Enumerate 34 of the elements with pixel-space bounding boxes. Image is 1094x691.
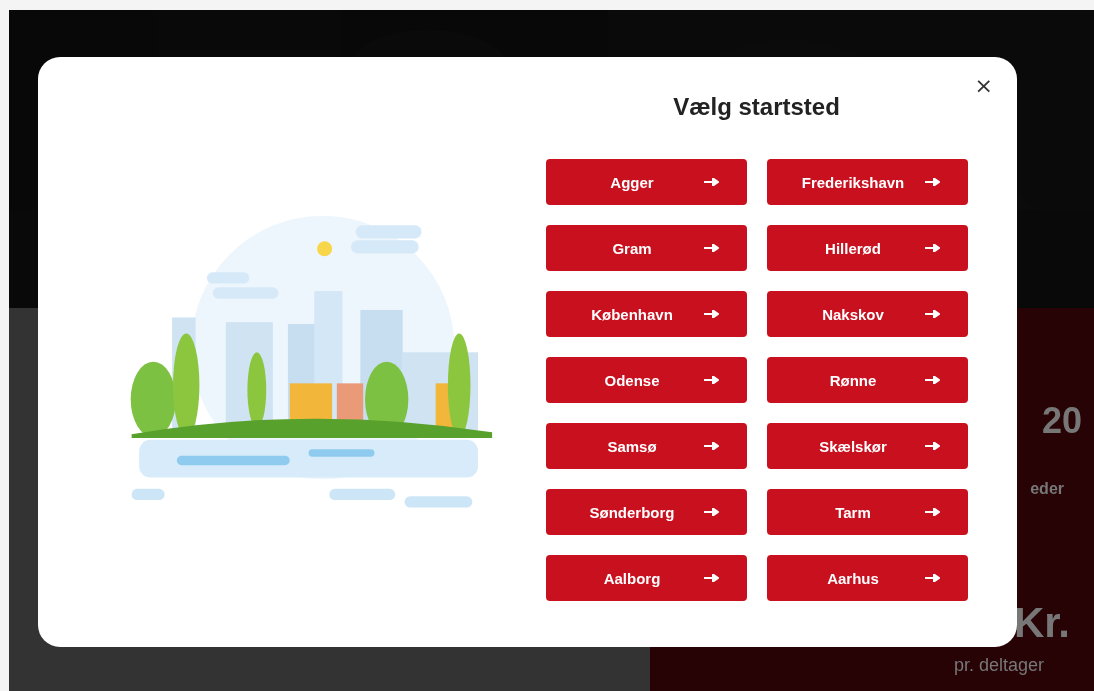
- location-button[interactable]: Aalborg: [546, 555, 747, 601]
- arrow-right-icon: [704, 508, 719, 516]
- location-button[interactable]: Nakskov: [767, 291, 968, 337]
- location-button[interactable]: Skælskør: [767, 423, 968, 469]
- arrow-right-icon: [704, 574, 719, 582]
- arrow-right-icon: [925, 178, 940, 186]
- arrow-right-icon: [925, 244, 940, 252]
- location-button[interactable]: Frederikshavn: [767, 159, 968, 205]
- arrow-right-icon: [925, 574, 940, 582]
- panel-text: eder: [1030, 480, 1064, 499]
- location-button[interactable]: Agger: [546, 159, 747, 205]
- location-button[interactable]: Gram: [546, 225, 747, 271]
- location-button[interactable]: København: [546, 291, 747, 337]
- arrow-right-icon: [704, 310, 719, 318]
- close-button[interactable]: ×: [968, 71, 999, 100]
- arrow-right-icon: [925, 442, 940, 450]
- arrow-right-icon: [925, 508, 940, 516]
- arrow-right-icon: [925, 376, 940, 384]
- location-button[interactable]: Sønderborg: [546, 489, 747, 535]
- arrow-right-icon: [704, 376, 719, 384]
- price-text: Kr.: [1013, 598, 1070, 648]
- location-button[interactable]: Hillerød: [767, 225, 968, 271]
- location-button[interactable]: Samsø: [546, 423, 747, 469]
- arrow-right-icon: [925, 310, 940, 318]
- dialog-title: Vælg startsted: [672, 93, 841, 121]
- location-button[interactable]: Rønne: [767, 357, 968, 403]
- location-button[interactable]: Tarm: [767, 489, 968, 535]
- arrow-right-icon: [704, 442, 719, 450]
- arrow-right-icon: [704, 178, 719, 186]
- panel-heading: 20: [1041, 400, 1082, 442]
- location-button[interactable]: Aarhus: [767, 555, 968, 601]
- location-button[interactable]: Odense: [546, 357, 747, 403]
- price-unit: pr. deltager: [953, 655, 1044, 676]
- arrow-right-icon: [704, 244, 719, 252]
